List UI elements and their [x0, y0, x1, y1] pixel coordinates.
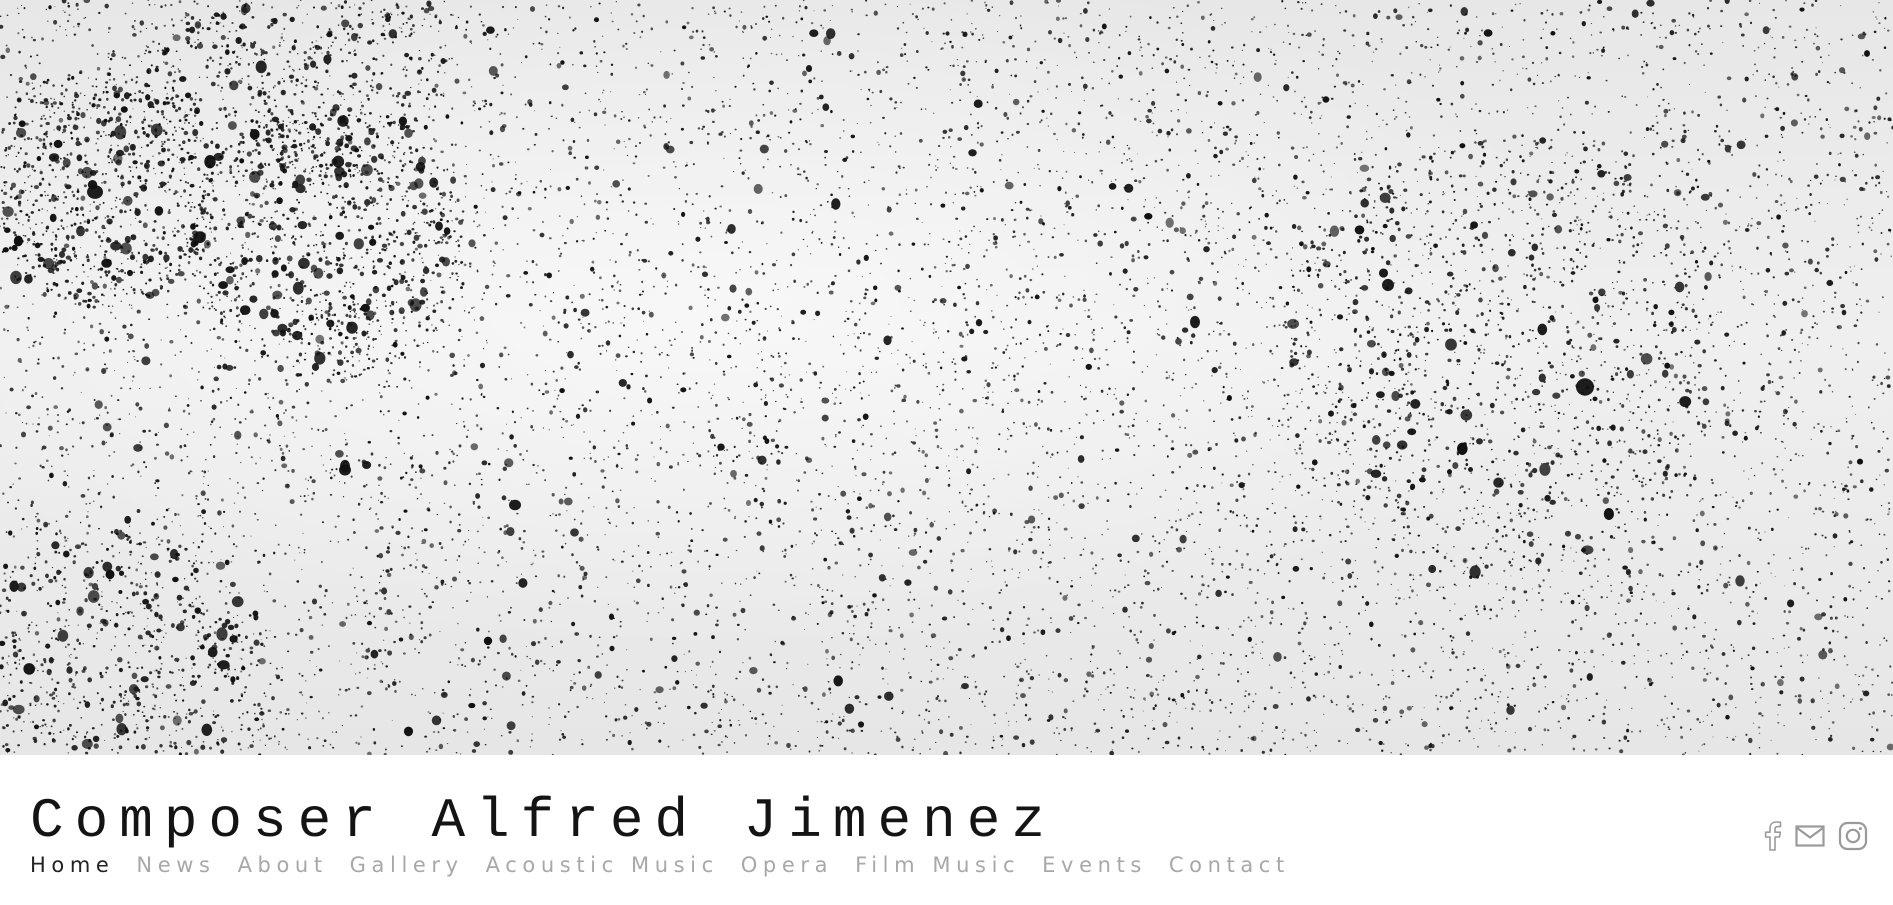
nav-item-events[interactable]: Events — [1042, 855, 1147, 876]
nav-item-about[interactable]: About — [238, 855, 328, 876]
nav-item-opera[interactable]: Opera — [741, 855, 833, 876]
instagram-icon — [1838, 821, 1868, 851]
nav-item-acoustic-music[interactable]: Acoustic Music — [486, 855, 719, 876]
nav-item-news[interactable]: News — [136, 855, 215, 876]
site-header: Composer Alfred Jimenez Home News About … — [0, 755, 1893, 905]
mail-icon — [1795, 825, 1825, 847]
nav-item-home[interactable]: Home — [30, 855, 114, 876]
nav-item-gallery[interactable]: Gallery — [350, 855, 464, 876]
instagram-link[interactable] — [1838, 821, 1868, 851]
nav-item-film-music[interactable]: Film Music — [855, 855, 1020, 876]
facebook-link[interactable] — [1762, 821, 1782, 851]
main-navigation: Home News About Gallery Acoustic Music O… — [30, 855, 1312, 876]
email-link[interactable] — [1795, 825, 1825, 847]
facebook-icon — [1764, 821, 1782, 851]
site-title[interactable]: Composer Alfred Jimenez — [30, 793, 1056, 849]
ink-splatter-texture — [0, 0, 1893, 755]
social-links — [1762, 821, 1868, 851]
nav-item-contact[interactable]: Contact — [1169, 855, 1290, 876]
hero-banner-image — [0, 0, 1893, 755]
